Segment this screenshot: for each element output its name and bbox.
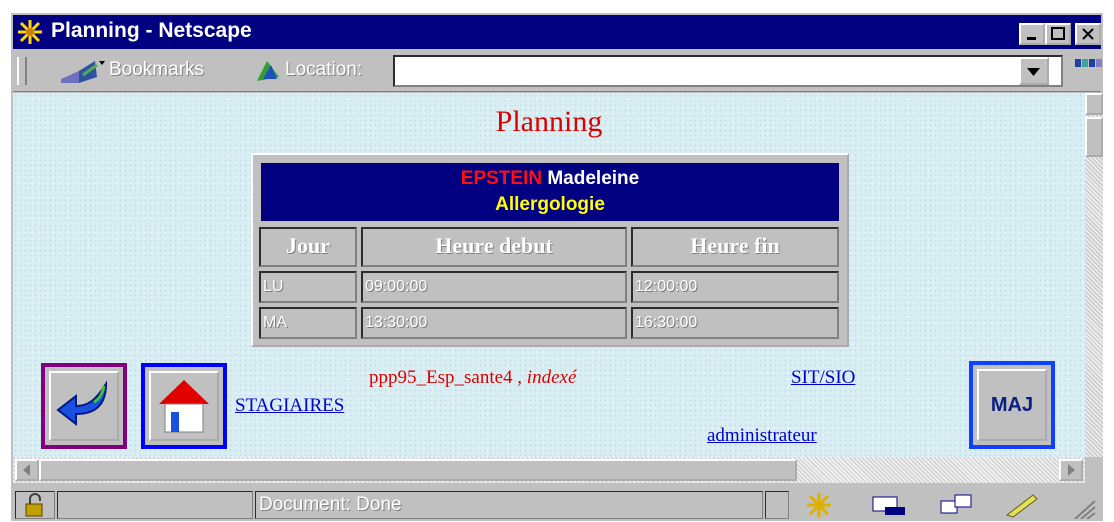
status-bar: Document: Done	[13, 485, 1101, 521]
table-cell: 12:00:00	[631, 271, 839, 303]
site-code: ppp95_Esp_sante4	[369, 367, 513, 388]
table-cell: MA	[259, 307, 357, 339]
link-administrateur[interactable]: administrateur	[707, 425, 817, 447]
progress-panel	[57, 491, 253, 519]
separator: ,	[517, 367, 523, 388]
table-cell: 16:30:00	[631, 307, 839, 339]
page-heading: Planning	[495, 105, 603, 138]
location-input[interactable]	[393, 55, 1063, 87]
back-arrow-icon	[56, 380, 108, 427]
chevron-right-icon	[1068, 464, 1075, 476]
location-icon[interactable]	[253, 57, 283, 85]
chevron-left-icon	[23, 464, 30, 476]
maximize-button[interactable]	[1045, 23, 1071, 45]
netscape-star-icon	[17, 19, 43, 45]
maj-button[interactable]: MAJ	[969, 361, 1055, 449]
table-cell: LU	[259, 271, 357, 303]
location-dropdown-button[interactable]	[1019, 57, 1049, 85]
lock-icon	[25, 493, 43, 517]
location-label: Location:	[285, 59, 363, 80]
doctor-specialty: Allergologie	[495, 194, 605, 215]
location-toolbar: Bookmarks Location:	[13, 51, 1103, 92]
maj-label: MAJ	[990, 393, 1034, 416]
navigator-icon[interactable]	[801, 491, 837, 519]
vertical-scroll-thumb[interactable]	[1085, 117, 1103, 157]
horizontal-scroll-thumb[interactable]	[39, 459, 797, 481]
scroll-left-button[interactable]	[15, 459, 39, 481]
table-cell: 13:30:00	[361, 307, 627, 339]
discussion-icon[interactable]	[937, 491, 977, 519]
component-bar-grip[interactable]	[765, 491, 789, 519]
window-title: Planning - Netscape	[51, 19, 252, 42]
close-button[interactable]	[1075, 23, 1101, 45]
close-icon	[1082, 28, 1094, 40]
composer-icon[interactable]	[1003, 491, 1043, 519]
security-panel[interactable]	[15, 491, 55, 519]
footer-info: ppp95_Esp_sante4 , indexé	[369, 367, 576, 389]
browser-window: Planning - Netscape Bookmarks Location:	[10, 12, 1104, 522]
table-cell: 09:00:00	[361, 271, 627, 303]
netscape-throbber-icon[interactable]	[1073, 55, 1103, 87]
bookmarks-label[interactable]: Bookmarks	[109, 59, 204, 81]
column-header-heure-fin: Heure fin	[631, 227, 839, 267]
resize-grip-icon[interactable]	[1073, 499, 1097, 519]
home-icon	[159, 380, 209, 433]
title-bar: Planning - Netscape	[13, 15, 1101, 49]
scroll-right-button[interactable]	[1059, 459, 1083, 481]
chevron-down-icon	[1027, 68, 1040, 76]
schedule-card: EPSTEIN Madeleine Allergologie Jour Heur…	[251, 153, 849, 347]
page-content: Planning EPSTEIN Madeleine Allergologie …	[13, 93, 1085, 457]
toolbar-grip[interactable]	[17, 57, 27, 85]
maximize-icon	[1051, 27, 1065, 40]
home-button[interactable]	[141, 363, 227, 449]
link-sit-sio[interactable]: SIT/SIO	[791, 367, 855, 389]
doctor-first-name: Madeleine	[547, 168, 640, 189]
bookmarks-icon[interactable]	[57, 57, 107, 85]
scroll-up-button[interactable]	[1085, 93, 1103, 115]
column-header-heure-debut: Heure debut	[361, 227, 627, 267]
back-button[interactable]	[41, 363, 127, 449]
doctor-last-name: EPSTEIN	[460, 168, 543, 189]
minimize-icon	[1027, 37, 1036, 40]
mail-icon[interactable]	[869, 491, 909, 519]
link-stagiaires[interactable]: STAGIAIRES	[235, 395, 344, 417]
scrollbar-corner	[1085, 457, 1103, 483]
vertical-scrollbar[interactable]	[1085, 93, 1103, 457]
column-header-jour: Jour	[259, 227, 357, 267]
doctor-header: EPSTEIN Madeleine Allergologie	[261, 163, 839, 221]
status-text: Document: Done	[259, 494, 402, 515]
horizontal-scrollbar[interactable]	[13, 457, 1085, 483]
index-status: indexé	[526, 367, 577, 388]
minimize-button[interactable]	[1019, 23, 1045, 45]
